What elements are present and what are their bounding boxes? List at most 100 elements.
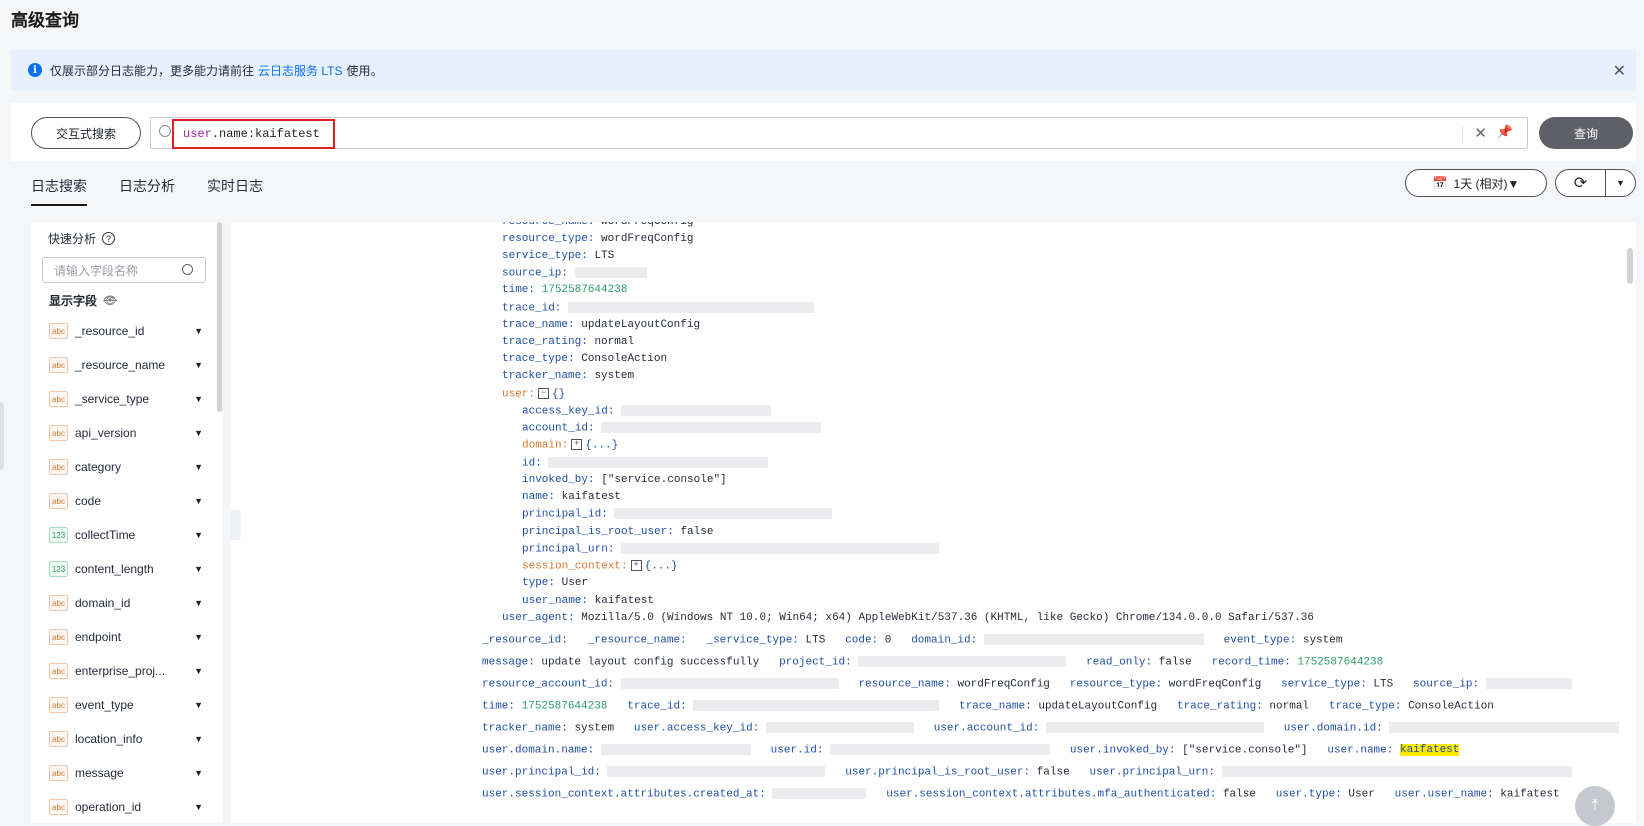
query-text[interactable]: user .name:kaifatest — [172, 119, 335, 149]
chevron-down-icon[interactable]: ▼ — [194, 462, 203, 472]
divider — [1462, 125, 1463, 143]
chevron-down-icon[interactable]: ▼ — [194, 360, 203, 370]
refresh-icon[interactable]: ⟳ — [1556, 170, 1606, 196]
query-input[interactable]: user .name:kaifatest ✕ 📌 — [150, 117, 1528, 149]
expand-icon[interactable]: + — [630, 560, 642, 571]
log-summary-line: user.session_context.attributes.created_… — [482, 788, 1560, 801]
log-line: id: — [522, 457, 769, 469]
log-line: access_key_id: — [522, 405, 772, 417]
log-line: resource_name: wordFreqConfig — [502, 222, 694, 228]
type-badge: abc — [49, 493, 68, 509]
chevron-down-icon[interactable]: ▼ — [194, 564, 203, 574]
log-line: principal_is_root_user: false — [522, 526, 714, 538]
tab-log-search[interactable]: 日志搜索 — [31, 176, 87, 206]
type-badge: 123 — [49, 527, 68, 543]
log-line: tracker_name: system — [502, 370, 635, 382]
tab-bar: 日志搜索 日志分析 实时日志 — [31, 176, 295, 206]
list-item[interactable]: abc event_type ▼ — [49, 688, 209, 722]
notice-text: 仅展示部分日志能力，更多能力请前往 — [50, 63, 255, 78]
refresh-group: ⟳ ▼ — [1555, 169, 1636, 197]
log-line: trace_id: — [502, 302, 815, 314]
chevron-down-icon[interactable]: ▼ — [194, 802, 203, 812]
left-drawer-handle[interactable] — [0, 402, 4, 470]
log-line: domain: + {...} — [522, 439, 619, 452]
chevron-down-icon[interactable]: ▼ — [194, 734, 203, 744]
pin-icon[interactable]: 📌 — [1497, 124, 1513, 140]
log-summary-line: user.principal_id: user.principal_is_roo… — [482, 766, 1572, 778]
query-button[interactable]: 查询 — [1539, 117, 1633, 149]
type-badge: abc — [49, 425, 68, 441]
type-badge: abc — [49, 629, 68, 645]
log-line: trace_rating: normal — [502, 336, 635, 348]
collapse-sidebar-handle[interactable] — [231, 510, 241, 540]
list-item[interactable]: abc operation_id ▼ — [49, 790, 209, 824]
log-line: source_ip: — [502, 267, 647, 279]
type-badge: abc — [49, 391, 68, 407]
chevron-down-icon[interactable]: ▼ — [194, 394, 203, 404]
type-badge: 123 — [49, 561, 68, 577]
log-summary-line: message: update layout config successful… — [482, 656, 1384, 669]
log-summary-line: time: 1752587644238 trace_id: trace_name… — [482, 700, 1494, 713]
list-item[interactable]: abc _resource_name ▼ — [49, 348, 209, 382]
log-line: user: −{} — [502, 388, 566, 401]
close-icon[interactable]: ✕ — [1613, 61, 1626, 81]
help-icon[interactable]: ? — [102, 232, 116, 245]
lts-link[interactable]: 云日志服务 LTS — [258, 62, 342, 79]
chevron-down-icon[interactable]: ▼ — [194, 326, 203, 336]
log-line: name: kaifatest — [522, 491, 622, 503]
log-line: time: 1752587644238 — [502, 284, 628, 296]
log-line: service_type: LTS — [502, 250, 615, 262]
log-results-panel: resource_name: wordFreqConfig resource_t… — [231, 222, 1636, 823]
type-badge: abc — [49, 459, 68, 475]
type-badge: abc — [49, 357, 68, 373]
chevron-down-icon[interactable]: ▼ — [194, 598, 203, 608]
log-summary-line: _resource_id: _resource_name: _service_t… — [482, 634, 1343, 647]
list-item[interactable]: abc location_info ▼ — [49, 722, 209, 756]
info-banner: i 仅展示部分日志能力，更多能力请前往 云日志服务 LTS 使用。 ✕ — [11, 49, 1636, 91]
chevron-down-icon[interactable]: ▼ — [194, 428, 203, 438]
chevron-down-icon[interactable]: ▼ — [194, 666, 203, 676]
list-item[interactable]: abc _service_type ▼ — [49, 382, 209, 416]
results-scrollbar[interactable] — [1627, 248, 1633, 284]
log-line: principal_id: — [522, 508, 833, 520]
clear-icon[interactable]: ✕ — [1474, 124, 1487, 142]
list-item[interactable]: abc enterprise_proj... ▼ — [49, 654, 209, 688]
list-item[interactable]: abc _resource_id ▼ — [49, 314, 209, 348]
list-item[interactable]: abc message ▼ — [49, 756, 209, 790]
chevron-down-icon[interactable]: ▼ — [194, 530, 203, 540]
chevron-down-icon[interactable]: ▼ — [1606, 170, 1635, 196]
collapse-icon[interactable]: − — [538, 388, 550, 399]
type-badge: abc — [49, 663, 68, 679]
sidebar-scrollbar[interactable] — [217, 222, 222, 412]
interactive-search-button[interactable]: 交互式搜索 — [31, 117, 141, 149]
list-item[interactable]: 123 content_length ▼ — [49, 552, 209, 586]
tab-realtime-log[interactable]: 实时日志 — [207, 176, 263, 206]
chevron-down-icon[interactable]: ▼ — [194, 768, 203, 778]
type-badge: abc — [49, 323, 68, 339]
time-range-button[interactable]: 📅 1天 (相对)▼ — [1405, 169, 1547, 197]
log-line: account_id: — [522, 422, 822, 434]
calendar-icon: 📅 — [1432, 176, 1448, 190]
back-to-top-button[interactable]: ⤒ — [1575, 786, 1615, 826]
list-item[interactable]: abc endpoint ▼ — [49, 620, 209, 654]
log-line: trace_name: updateLayoutConfig — [502, 319, 701, 331]
chevron-down-icon[interactable]: ▼ — [194, 496, 203, 506]
expand-icon[interactable]: + — [571, 439, 583, 450]
type-badge: abc — [49, 799, 68, 815]
list-item[interactable]: 123 collectTime ▼ — [49, 518, 209, 552]
tab-log-analysis[interactable]: 日志分析 — [119, 176, 175, 206]
field-search-input[interactable]: 请输入字段名称 — [42, 257, 206, 283]
chevron-down-icon[interactable]: ▼ — [194, 700, 203, 710]
list-item[interactable]: abc api_version ▼ — [49, 416, 209, 450]
log-summary-line: tracker_name: system user.access_key_id:… — [482, 722, 1620, 734]
list-item[interactable]: abc code ▼ — [49, 484, 209, 518]
field-sidebar: 快速分析 ? 请输入字段名称 显示字段 👁 abc _resource_id ▼ a… — [31, 222, 222, 823]
list-item[interactable]: abc category ▼ — [49, 450, 209, 484]
list-item[interactable]: abc domain_id ▼ — [49, 586, 209, 620]
eye-off-icon[interactable]: 👁 — [103, 294, 117, 307]
search-icon — [182, 264, 193, 275]
log-line: type: User — [522, 577, 589, 589]
chevron-down-icon[interactable]: ▼ — [194, 632, 203, 642]
log-line: session_context: + {...} — [522, 560, 678, 573]
type-badge: abc — [49, 697, 68, 713]
